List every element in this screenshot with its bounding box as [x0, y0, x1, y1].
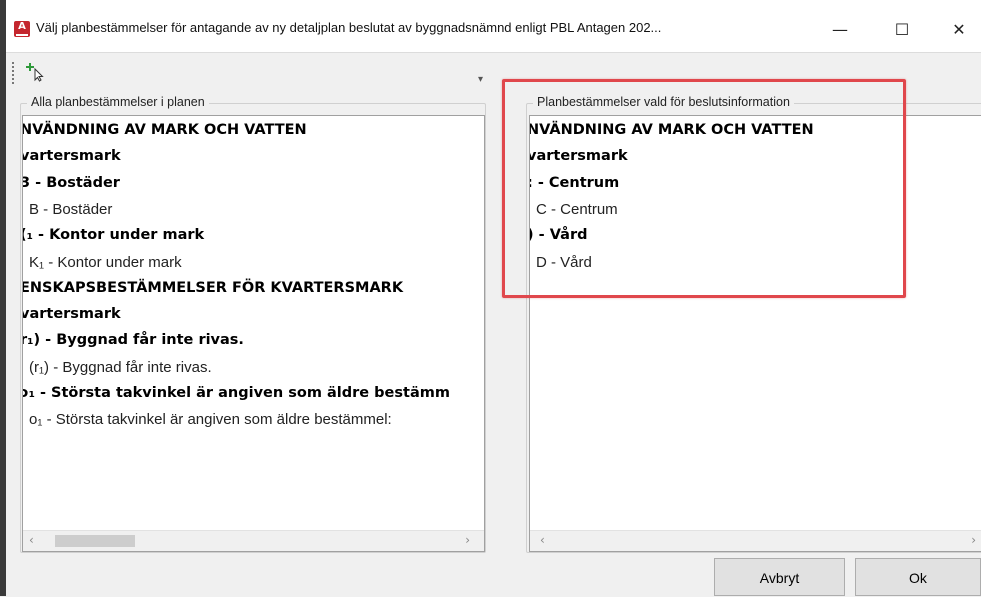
scroll-right-icon[interactable]: › — [465, 533, 470, 547]
window-title: Välj planbestämmelser för antagande av n… — [36, 20, 662, 35]
toolbar-overflow-icon[interactable]: ▾ — [478, 74, 483, 85]
list-item[interactable]: ɔ₁ - Största takvinkel är angiven som äl… — [23, 385, 450, 401]
left-horizontal-scrollbar[interactable]: ‹ › — [23, 530, 484, 551]
list-item[interactable]: r₁) - Byggnad får inte rivas. — [23, 332, 244, 348]
highlight-box — [502, 79, 906, 298]
ok-button[interactable]: Ok — [855, 558, 981, 596]
scroll-thumb[interactable] — [55, 535, 135, 547]
list-item[interactable]: B - Bostäder — [29, 201, 112, 218]
left-group-label: Alla planbestämmelser i planen — [27, 95, 209, 109]
close-button[interactable]: ✕ — [937, 12, 981, 48]
list-item[interactable]: NVÄNDNING AV MARK OCH VATTEN — [23, 122, 307, 138]
app-icon-letter: A — [18, 21, 26, 32]
list-item[interactable]: o₁ - Största takvinkel är angiven som äl… — [29, 411, 392, 428]
list-item[interactable]: (r₁) - Byggnad får inte rivas. — [29, 359, 212, 376]
maximize-button[interactable]: ☐ — [880, 12, 924, 48]
list-item[interactable]: K₁ - Kontor under mark — [29, 254, 182, 271]
list-item[interactable]: ENSKAPSBESTÄMMELSER FÖR KVARTERSMARK — [23, 280, 403, 296]
cancel-button[interactable]: Avbryt — [714, 558, 845, 596]
all-regulations-list[interactable]: o₁ - Största takvinkel är angiven som äl… — [22, 115, 485, 552]
list-item[interactable]: vartersmark — [23, 306, 121, 322]
list-item[interactable]: (₁ - Kontor under mark — [23, 227, 204, 243]
list-item[interactable]: vartersmark — [23, 148, 121, 164]
app-icon: A — [14, 21, 30, 37]
toolbar-grip-icon[interactable] — [12, 62, 14, 86]
add-pointer-icon[interactable] — [24, 62, 46, 82]
scroll-left-icon[interactable]: ‹ — [540, 533, 545, 547]
right-horizontal-scrollbar[interactable]: ‹ › — [530, 530, 981, 551]
scroll-left-icon[interactable]: ‹ — [29, 533, 34, 547]
minimize-button[interactable]: — — [818, 12, 862, 48]
list-item[interactable]: 3 - Bostäder — [23, 175, 120, 191]
title-bar: A Välj planbestämmelser för antagande av… — [0, 0, 981, 53]
scroll-right-icon[interactable]: › — [971, 533, 976, 547]
